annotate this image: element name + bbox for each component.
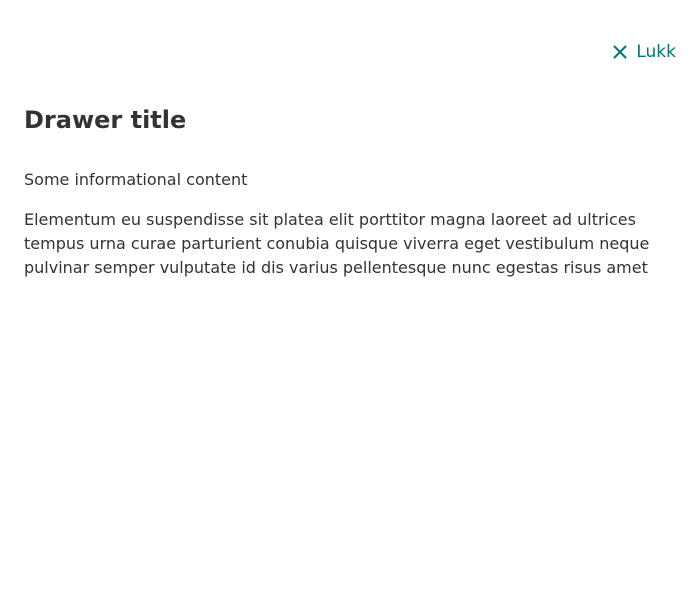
body-paragraph: Elementum eu suspendisse sit platea elit… (24, 210, 650, 277)
drawer-content: Some informational content Elementum eu … (24, 168, 654, 296)
close-button[interactable]: Lukk (612, 40, 676, 64)
close-label: Lukk (636, 42, 676, 62)
close-icon (612, 44, 628, 60)
drawer-title: Drawer title (24, 106, 187, 134)
drawer: Lukk Drawer title Some informational con… (0, 0, 700, 600)
intro-paragraph: Some informational content (24, 170, 248, 189)
